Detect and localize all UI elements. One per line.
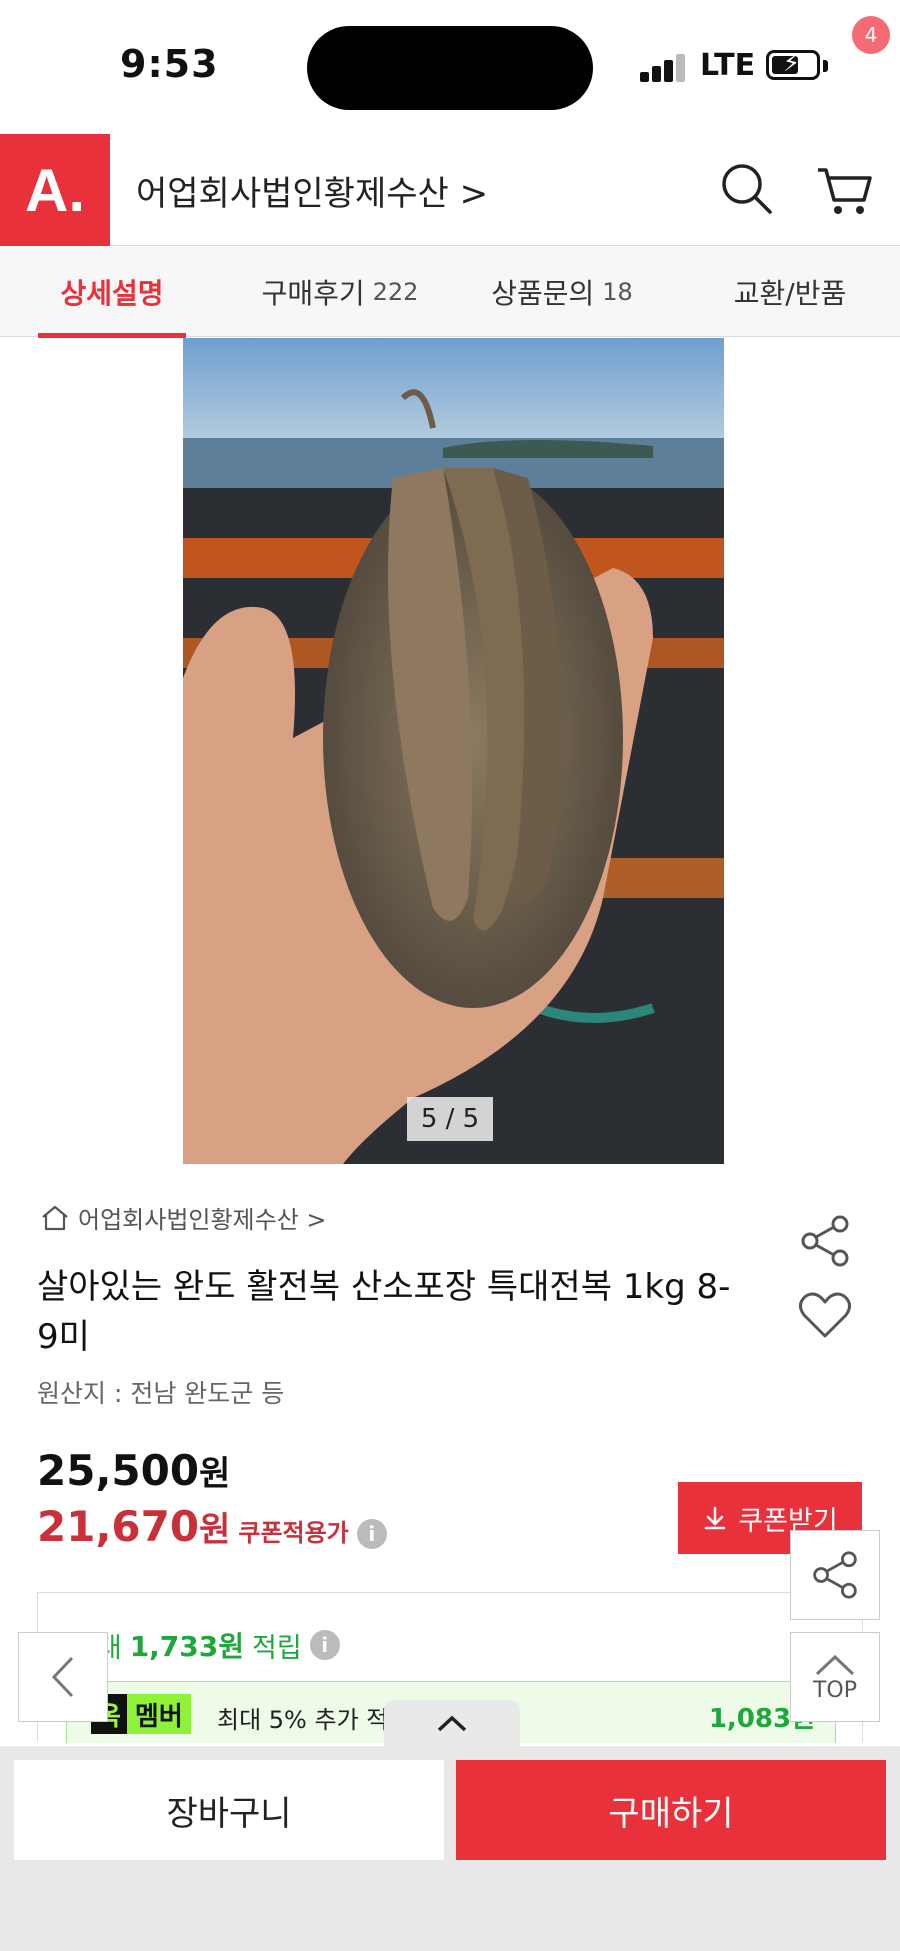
product-origin: 원산지 : 전남 완도군 등 (37, 1379, 285, 1408)
add-to-cart-button[interactable]: 장바구니 (14, 1760, 444, 1860)
signal-icon (640, 52, 686, 82)
status-time: 9:53 (120, 42, 219, 86)
original-price: 25,500원 (37, 1446, 230, 1495)
info-icon[interactable]: i (309, 1630, 340, 1660)
home-icon (42, 1205, 68, 1230)
info-icon[interactable]: i (356, 1519, 387, 1549)
points-line: 최대 1,733원 적립 i (72, 1625, 340, 1665)
shop-name-link[interactable]: 어업회사법인황제수산 > (78, 1200, 327, 1235)
battery-icon: ⚡ (766, 49, 820, 80)
coupon-price-value: 21,670 (37, 1502, 200, 1551)
tab-label: 교환/반품 (733, 277, 847, 310)
points-amount: 1,733원 (129, 1630, 245, 1663)
tab-label: 구매후기 (261, 277, 365, 310)
image-counter: 5 / 5 (407, 1097, 493, 1141)
coupon-price: 21,670원 쿠폰적용가 i (37, 1502, 387, 1551)
original-price-unit: 원 (199, 1454, 231, 1494)
tab-inquiries[interactable]: 상품문의 18 (462, 247, 662, 337)
floating-share-button[interactable] (790, 1530, 880, 1620)
battery-tip (823, 60, 828, 72)
tab-count: 222 (372, 278, 419, 306)
shop-row[interactable]: 어업회사법인황제수산 > (40, 1200, 327, 1235)
cart-icon[interactable] (814, 160, 874, 220)
scroll-top-label: TOP (812, 1677, 858, 1703)
coupon-price-label: 쿠폰적용가 (238, 1519, 349, 1547)
chevron-up-icon (815, 1654, 855, 1675)
tab-count: 18 (602, 278, 633, 306)
scroll-top-button[interactable]: TOP (790, 1632, 880, 1722)
buy-now-button[interactable]: 구매하기 (456, 1760, 886, 1860)
app-header: A. 어업회사법인황제수산 > (0, 134, 900, 246)
tab-exchange-return[interactable]: 교환/반품 (700, 247, 880, 337)
search-icon[interactable] (718, 160, 774, 216)
product-image[interactable] (183, 338, 724, 1164)
back-button[interactable] (18, 1632, 108, 1722)
dynamic-island (307, 26, 593, 110)
status-bar: 9:53 LTE ⚡ (0, 0, 900, 134)
coupon-price-unit: 원 (199, 1510, 231, 1550)
detail-tabs: 상세설명 구매후기 222 상품문의 18 교환/반품 (0, 247, 900, 338)
download-icon (705, 1506, 726, 1530)
product-title: 살아있는 완도 활전복 산소포장 특대전복 1kg 8-9미 (37, 1267, 731, 1357)
cart-count-badge: 4 (852, 16, 890, 54)
tab-label: 상세설명 (60, 277, 164, 310)
heart-icon[interactable] (798, 1290, 852, 1340)
bottom-action-bar: 장바구니 구매하기 (0, 1746, 900, 1951)
share-icon (813, 1551, 857, 1599)
share-icon[interactable] (798, 1214, 852, 1268)
brand-logo[interactable]: A. (0, 134, 110, 246)
original-price-value: 25,500 (37, 1446, 200, 1495)
member-badge-b: 멤버 (126, 1694, 191, 1734)
chevron-left-icon (51, 1656, 74, 1698)
tab-reviews[interactable]: 구매후기 222 (230, 247, 450, 337)
network-label: LTE (700, 48, 756, 83)
header-shop-link[interactable]: 어업회사법인황제수산 > (136, 166, 488, 215)
points-suffix: 적립 (252, 1632, 302, 1664)
tab-label: 상품문의 (491, 277, 595, 310)
chevron-up-icon (437, 1715, 467, 1732)
expand-handle[interactable] (384, 1700, 520, 1748)
member-benefit-text: 최대 5% 추가 적 (217, 1706, 389, 1734)
tab-description[interactable]: 상세설명 (38, 247, 186, 338)
